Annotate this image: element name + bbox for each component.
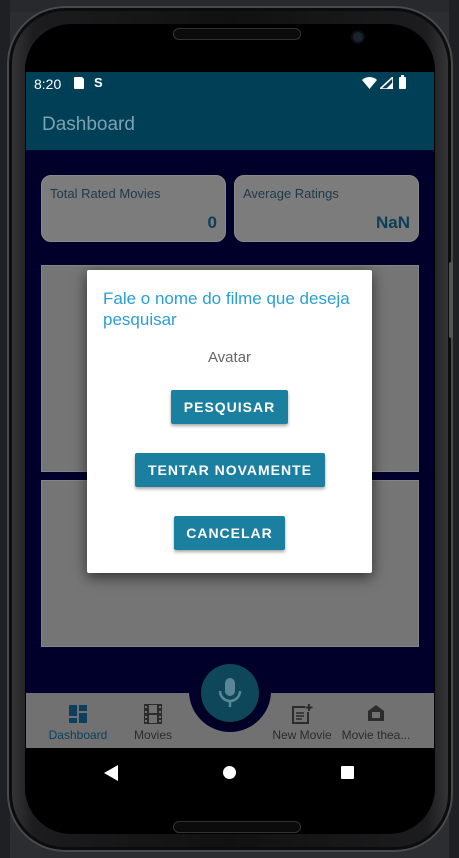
search-button[interactable]: PESQUISAR bbox=[171, 390, 288, 424]
nav-item-movie-theater[interactable]: Movie thea... bbox=[338, 693, 414, 748]
mic-icon bbox=[218, 678, 242, 707]
battery-icon bbox=[399, 75, 406, 89]
nav-item-dashboard[interactable]: Dashboard bbox=[36, 693, 120, 748]
system-navigation-bar bbox=[26, 748, 434, 796]
stat-card-average-ratings: Average Ratings NaN bbox=[234, 175, 419, 242]
voice-search-dialog: Fale o nome do filme que deseja pesquisa… bbox=[87, 270, 372, 573]
page-title: Dashboard bbox=[42, 114, 135, 135]
status-s-icon: S bbox=[94, 75, 103, 90]
status-time: 8:20 bbox=[34, 76, 62, 92]
theater-icon bbox=[368, 705, 384, 721]
device-screen: 8:20 S Dashboard Total Rated Movies 0 Av… bbox=[26, 72, 434, 796]
dashboard-icon bbox=[69, 705, 87, 723]
stat-card-total-rated: Total Rated Movies 0 bbox=[41, 175, 226, 242]
post-add-icon bbox=[292, 704, 313, 724]
sd-card-icon bbox=[74, 77, 84, 89]
nav-item-movies[interactable]: Movies bbox=[120, 693, 186, 748]
retry-button[interactable]: TENTAR NOVAMENTE bbox=[135, 453, 325, 487]
cancel-button[interactable]: CANCELAR bbox=[174, 516, 285, 550]
wifi-icon bbox=[362, 77, 377, 89]
film-icon bbox=[144, 704, 162, 724]
stat-value: NaN bbox=[375, 213, 410, 232]
power-button[interactable] bbox=[449, 262, 453, 338]
app-bar: Dashboard bbox=[26, 96, 434, 150]
nav-label: Movie thea... bbox=[341, 728, 411, 742]
dialog-title: Fale o nome do filme que deseja pesquisa… bbox=[103, 289, 350, 329]
back-icon[interactable] bbox=[104, 765, 118, 781]
nav-label: Movies bbox=[133, 728, 172, 742]
recents-icon[interactable] bbox=[341, 766, 354, 779]
stat-label: Average Ratings bbox=[243, 186, 339, 201]
voice-search-button[interactable] bbox=[201, 664, 259, 722]
nav-label: New Movie bbox=[272, 728, 332, 742]
stat-value: 0 bbox=[207, 213, 217, 232]
bottom-speaker bbox=[173, 821, 301, 833]
front-camera bbox=[353, 32, 363, 42]
recognized-text: Avatar bbox=[207, 349, 252, 366]
nav-label: Dashboard bbox=[48, 728, 108, 742]
home-icon[interactable] bbox=[223, 766, 236, 779]
status-bar: 8:20 S bbox=[26, 72, 434, 96]
stat-label: Total Rated Movies bbox=[50, 186, 161, 201]
earpiece-speaker bbox=[173, 28, 301, 40]
signal-icon bbox=[380, 77, 393, 89]
nav-item-new-movie[interactable]: New Movie bbox=[266, 693, 338, 748]
